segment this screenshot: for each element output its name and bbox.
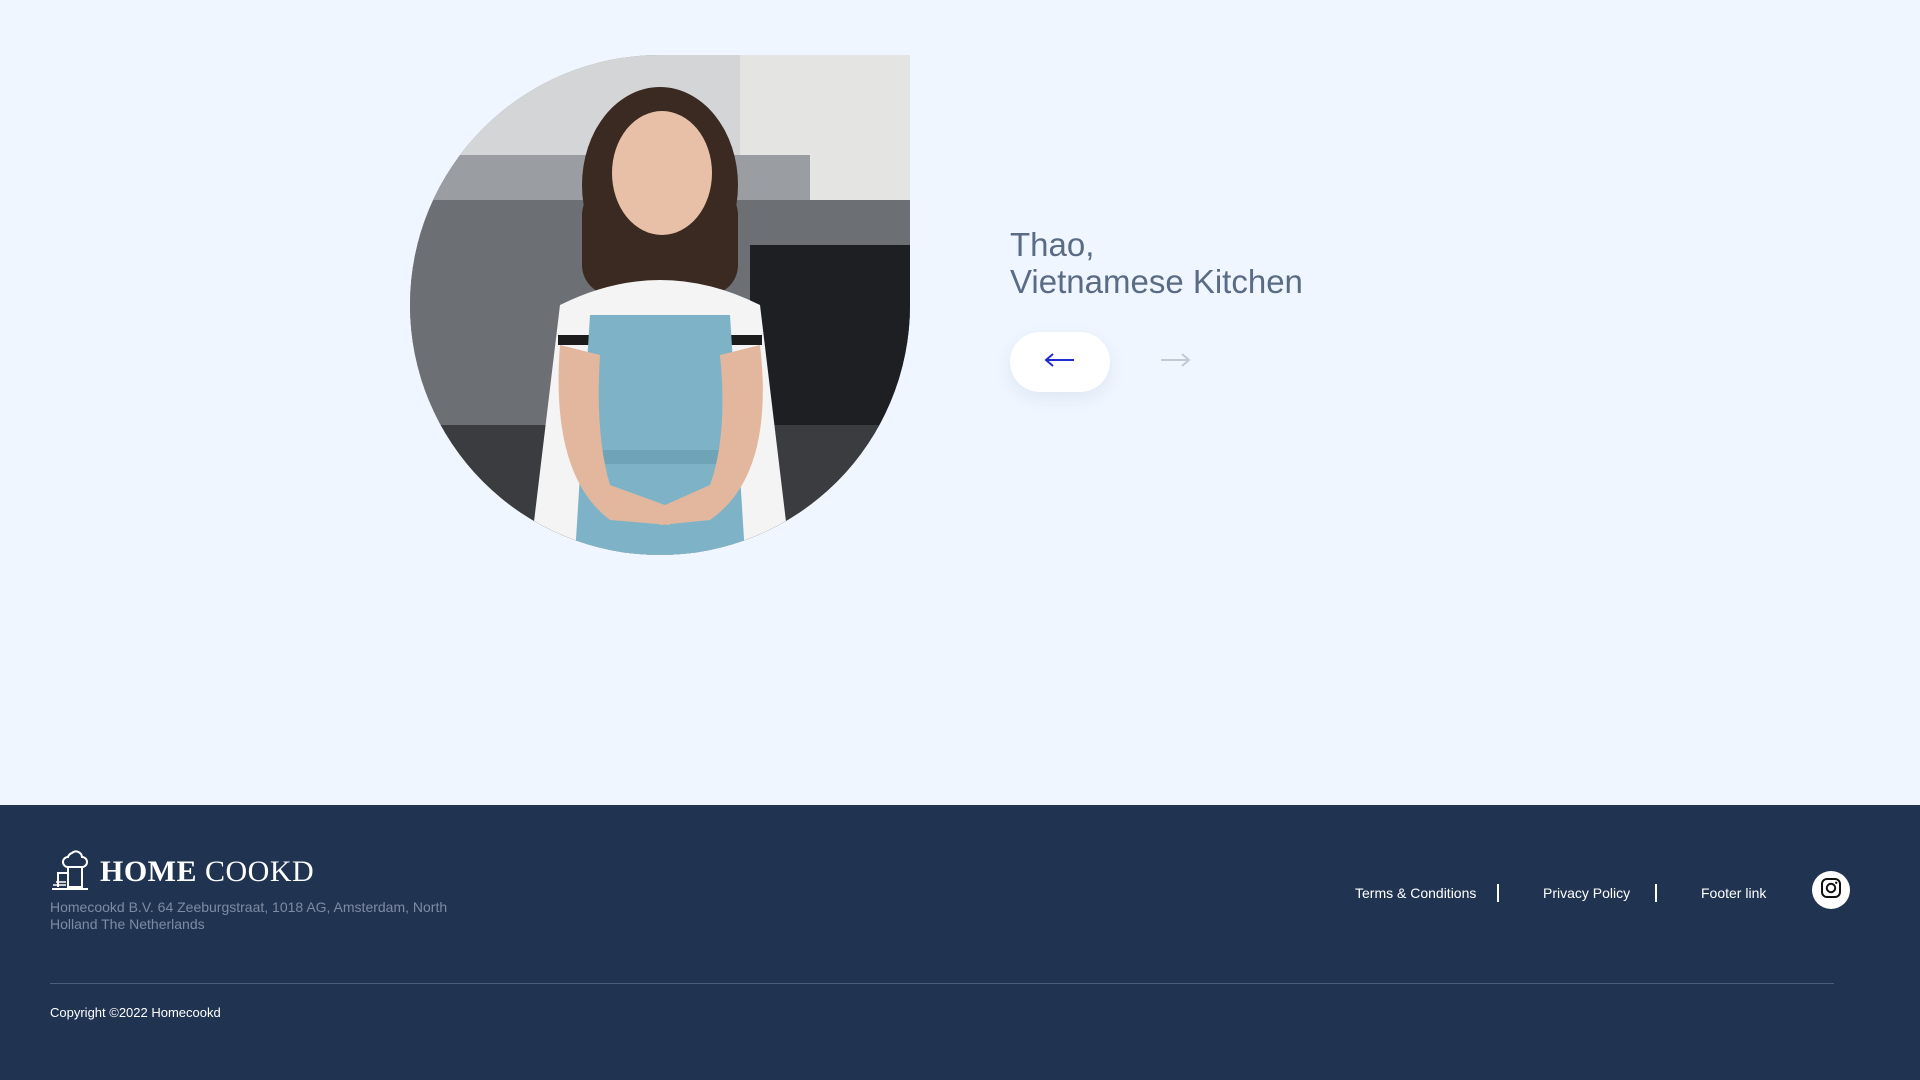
chef-showcase: Thao, Vietnamese Kitchen bbox=[0, 0, 1920, 805]
chef-kitchen: Vietnamese Kitchen bbox=[1010, 263, 1303, 300]
footer-link-generic[interactable]: Footer link bbox=[1701, 885, 1781, 902]
chef-name: Thao, bbox=[1010, 226, 1095, 263]
chef-caption: Thao, Vietnamese Kitchen bbox=[1010, 226, 1303, 300]
chef-hat-house-icon bbox=[50, 849, 90, 896]
arrow-left-icon bbox=[1044, 352, 1076, 373]
footer-divider bbox=[50, 983, 1834, 984]
company-address: Homecookd B.V. 64 Zeeburgstraat, 1018 AG… bbox=[50, 899, 448, 932]
arrow-right-icon bbox=[1159, 352, 1191, 373]
carousel-prev-button[interactable] bbox=[1010, 332, 1110, 392]
footer-link-divider bbox=[1497, 884, 1499, 902]
instagram-button[interactable] bbox=[1812, 871, 1850, 909]
logo-wordmark: HOME COOKD bbox=[100, 855, 314, 889]
instagram-icon bbox=[1820, 877, 1842, 904]
footer-links: Terms & Conditions Privacy Policy Footer… bbox=[1355, 873, 1781, 913]
homecookd-logo[interactable]: HOME COOKD bbox=[50, 849, 314, 896]
copyright-text: Copyright ©2022 Homecookd bbox=[50, 1005, 221, 1020]
footer-link-divider bbox=[1655, 884, 1657, 902]
footer-link-terms[interactable]: Terms & Conditions bbox=[1355, 885, 1497, 902]
logo-word-bold: HOME bbox=[100, 855, 197, 888]
carousel-next-button[interactable] bbox=[1150, 332, 1200, 392]
chef-portrait-image bbox=[410, 55, 910, 555]
logo-word-light: COOKD bbox=[205, 855, 315, 888]
footer-link-privacy[interactable]: Privacy Policy bbox=[1543, 885, 1655, 902]
site-footer: HOME COOKD Homecookd B.V. 64 Zeeburgstra… bbox=[0, 805, 1920, 1080]
